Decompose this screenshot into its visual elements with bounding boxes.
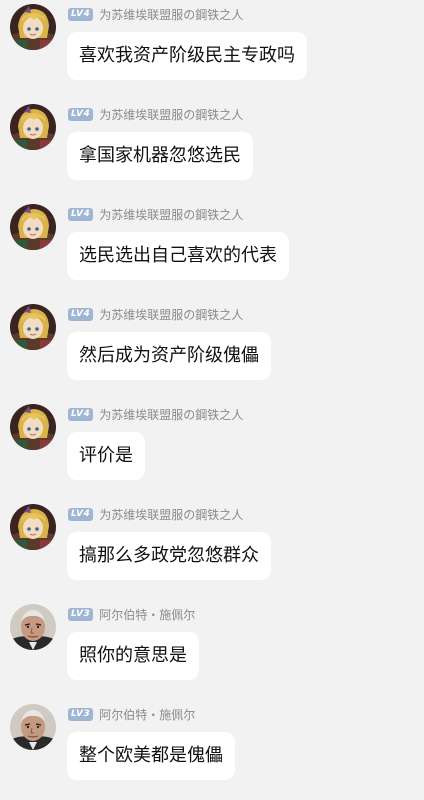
- sender-name[interactable]: 为苏维埃联盟服の鋼铁之人: [99, 306, 243, 323]
- chat-message: LV3 阿尔伯特・施佩尔 照你的意思是: [0, 600, 424, 692]
- chat-message-list[interactable]: LV4 为苏维埃联盟服の鋼铁之人 喜欢我资产阶级民主专政吗 LV4 为苏维埃联盟…: [0, 0, 424, 800]
- message-bubble[interactable]: 然后成为资产阶级傀儡: [67, 332, 271, 380]
- sender-name[interactable]: 为苏维埃联盟服の鋼铁之人: [99, 406, 243, 423]
- anime-girl-avatar[interactable]: [10, 404, 56, 450]
- level-badge: LV4: [68, 7, 94, 21]
- chat-message: LV4 为苏维埃联盟服の鋼铁之人 搞那么多政党忽悠群众: [0, 500, 424, 592]
- sender-meta: LV4 为苏维埃联盟服の鋼铁之人: [68, 6, 243, 22]
- old-man-avatar[interactable]: [10, 604, 56, 650]
- sender-meta: LV4 为苏维埃联盟服の鋼铁之人: [68, 206, 243, 222]
- anime-girl-avatar[interactable]: [10, 4, 56, 50]
- chat-message: LV4 为苏维埃联盟服の鋼铁之人 评价是: [0, 400, 424, 492]
- message-bubble[interactable]: 拿国家机器忽悠选民: [67, 132, 253, 180]
- sender-meta: LV4 为苏维埃联盟服の鋼铁之人: [68, 506, 243, 522]
- anime-girl-avatar[interactable]: [10, 104, 56, 150]
- chat-message: LV3 阿尔伯特・施佩尔 整个欧美都是傀儡: [0, 700, 424, 792]
- anime-girl-avatar[interactable]: [10, 504, 56, 550]
- anime-girl-avatar[interactable]: [10, 204, 56, 250]
- level-badge: LV3: [68, 607, 94, 621]
- sender-name[interactable]: 阿尔伯特・施佩尔: [99, 606, 195, 623]
- message-bubble[interactable]: 搞那么多政党忽悠群众: [67, 532, 271, 580]
- sender-meta: LV4 为苏维埃联盟服の鋼铁之人: [68, 406, 243, 422]
- anime-girl-avatar[interactable]: [10, 304, 56, 350]
- level-badge: LV4: [68, 107, 94, 121]
- message-bubble[interactable]: 喜欢我资产阶级民主专政吗: [67, 32, 307, 80]
- sender-meta: LV3 阿尔伯特・施佩尔: [68, 706, 195, 722]
- chat-message: LV4 为苏维埃联盟服の鋼铁之人 然后成为资产阶级傀儡: [0, 300, 424, 392]
- message-bubble[interactable]: 照你的意思是: [67, 632, 199, 680]
- sender-name[interactable]: 为苏维埃联盟服の鋼铁之人: [99, 206, 243, 223]
- sender-name[interactable]: 为苏维埃联盟服の鋼铁之人: [99, 506, 243, 523]
- chat-message: LV4 为苏维埃联盟服の鋼铁之人 选民选出自己喜欢的代表: [0, 200, 424, 292]
- sender-name[interactable]: 为苏维埃联盟服の鋼铁之人: [99, 106, 243, 123]
- chat-message: LV4 为苏维埃联盟服の鋼铁之人 喜欢我资产阶级民主专政吗: [0, 0, 424, 92]
- sender-meta: LV4 为苏维埃联盟服の鋼铁之人: [68, 106, 243, 122]
- sender-meta: LV3 阿尔伯特・施佩尔: [68, 606, 195, 622]
- level-badge: LV3: [68, 707, 94, 721]
- level-badge: LV4: [68, 307, 94, 321]
- level-badge: LV4: [68, 207, 94, 221]
- sender-name[interactable]: 阿尔伯特・施佩尔: [99, 706, 195, 723]
- sender-name[interactable]: 为苏维埃联盟服の鋼铁之人: [99, 6, 243, 23]
- message-bubble[interactable]: 评价是: [67, 432, 145, 480]
- message-bubble[interactable]: 整个欧美都是傀儡: [67, 732, 235, 780]
- old-man-avatar[interactable]: [10, 704, 56, 750]
- level-badge: LV4: [68, 507, 94, 521]
- chat-message: LV4 为苏维埃联盟服の鋼铁之人 拿国家机器忽悠选民: [0, 100, 424, 192]
- sender-meta: LV4 为苏维埃联盟服の鋼铁之人: [68, 306, 243, 322]
- message-bubble[interactable]: 选民选出自己喜欢的代表: [67, 232, 289, 280]
- level-badge: LV4: [68, 407, 94, 421]
